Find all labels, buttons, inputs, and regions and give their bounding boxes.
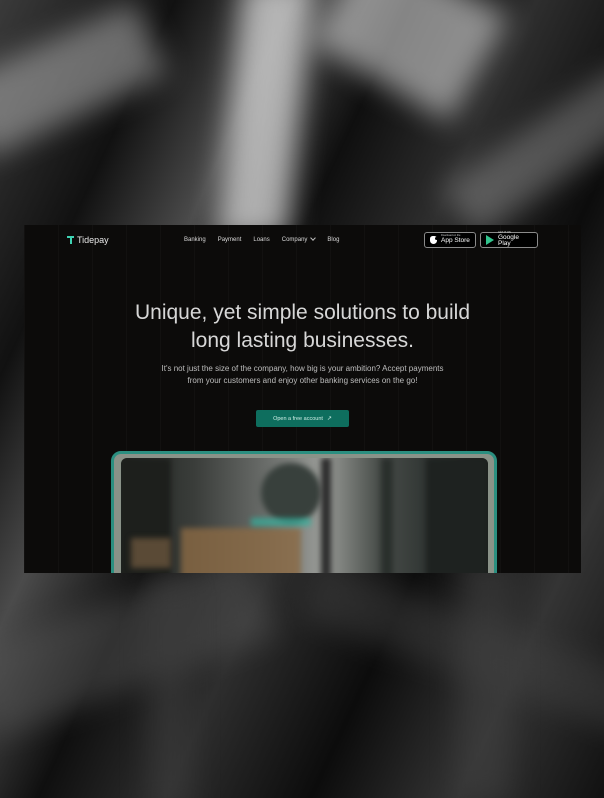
google-play-button[interactable]: GET IT ON Google Play xyxy=(480,232,538,248)
tidepay-logo-icon xyxy=(67,236,74,244)
hero-subtitle-line-1: It's not just the size of the company, h… xyxy=(161,364,444,373)
hero-subtitle-line-2: from your customers and enjoy other bank… xyxy=(187,376,418,385)
nav-item-company[interactable]: Company xyxy=(281,235,317,243)
app-store-big-text: App Store xyxy=(441,237,470,245)
chevron-down-icon xyxy=(310,235,317,241)
app-store-button[interactable]: Download on the App Store xyxy=(424,232,476,248)
brand-logo[interactable]: Tidepay xyxy=(67,235,109,245)
hero-title: Unique, yet simple solutions to build lo… xyxy=(24,299,581,355)
nav-item-banking[interactable]: Banking xyxy=(184,237,206,243)
nav-item-loans[interactable]: Loans xyxy=(253,237,269,243)
nav-menu: Banking Payment Loans Company Blog xyxy=(184,235,339,243)
website-screenshot: Tidepay Banking Payment Loans Company Bl… xyxy=(24,225,581,573)
apple-icon xyxy=(430,236,438,244)
workshop-photo xyxy=(121,458,488,573)
hero-subtitle: It's not just the size of the company, h… xyxy=(24,363,581,387)
google-play-icon xyxy=(486,235,494,245)
navbar: Tidepay Banking Payment Loans Company Bl… xyxy=(24,225,581,257)
open-account-label: Open a free account xyxy=(273,415,323,422)
nav-item-blog[interactable]: Blog xyxy=(327,237,339,243)
hero-title-line-1: Unique, yet simple solutions to build xyxy=(134,301,470,324)
arrow-up-right-icon: ↗ xyxy=(326,416,332,422)
open-account-button[interactable]: Open a free account ↗ xyxy=(256,410,349,427)
hero-title-line-2: long lasting businesses. xyxy=(191,329,414,352)
nav-item-company-label: Company xyxy=(281,237,308,243)
brand-name: Tidepay xyxy=(77,235,109,245)
google-play-big-text: Google Play xyxy=(498,233,519,248)
nav-item-payment[interactable]: Payment xyxy=(218,237,242,243)
